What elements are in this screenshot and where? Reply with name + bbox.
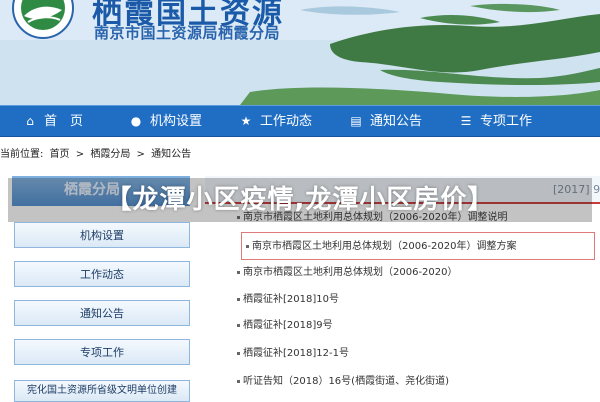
bullet-icon xyxy=(237,323,240,327)
breadcrumb-item-current: 通知公告 xyxy=(151,149,192,160)
nav-item-label: 专项工作 xyxy=(480,114,533,129)
nav-item-work-news[interactable]: ★ 工作动态 xyxy=(238,106,312,136)
header-banner: 栖霞国土资源 南京市国土资源局栖霞分局 xyxy=(0,0,600,105)
nav-item-label: 机构设置 xyxy=(150,114,203,129)
notice-item[interactable]: 南京市栖霞区土地利用总体规划（2006-2020） xyxy=(237,263,458,283)
notice-item-label: 听证告知（2018）16号(栖霞街道、尧化街道) xyxy=(243,376,449,387)
article-title-overlay: 【龙潭小区疫情,龙潭小区房价】 xyxy=(105,185,495,215)
nav-item-label: 工作动态 xyxy=(260,114,313,129)
nav-item-label: 通知公告 xyxy=(370,114,423,129)
notice-list: 南京市栖霞区土地利用总体规划（2006-2020年）调整说明 南京市栖霞区土地利… xyxy=(205,204,600,400)
site-subtitle: 南京市国土资源局栖霞分局 xyxy=(94,24,281,42)
breadcrumb-item-home[interactable]: 首页 xyxy=(50,149,70,160)
breadcrumb-item-branch[interactable]: 栖霞分局 xyxy=(90,149,130,160)
main-nav-bar: ⌂ 首 页 ● 机构设置 ★ 工作动态 ▤ 通知公告 ☰ 专项工作 xyxy=(0,105,600,137)
document-icon: ▤ xyxy=(350,114,362,128)
notice-item[interactable]: 听证告知（2018）16号(栖霞街道、尧化街道) xyxy=(237,372,449,392)
breadcrumb-separator: > xyxy=(75,149,85,160)
nav-item-home[interactable]: ⌂ 首 页 xyxy=(22,106,83,136)
notice-item-label: 栖霞征补[2018]10号 xyxy=(243,294,339,305)
sidebar-item-notices[interactable]: 通知公告 xyxy=(14,300,190,326)
bureau-logo xyxy=(12,0,74,39)
notice-item-label: 南京市栖霞区土地利用总体规划（2006-2020） xyxy=(243,267,458,278)
sidebar-item-special-work[interactable]: 专项工作 xyxy=(14,339,190,365)
breadcrumb: 当前位置: 首页 > 栖霞分局 > 通知公告 xyxy=(0,145,600,165)
nav-item-organization[interactable]: ● 机构设置 xyxy=(128,106,202,136)
list-icon: ☰ xyxy=(460,114,472,128)
notice-item-label: 南京市栖霞区土地利用总体规划（2006-2020年）调整方案 xyxy=(252,241,517,252)
bullet-icon xyxy=(237,270,240,274)
breadcrumb-separator: > xyxy=(136,149,145,160)
nav-item-notices[interactable]: ▤ 通知公告 xyxy=(348,106,422,136)
user-icon: ● xyxy=(130,114,142,128)
notice-item-label: 栖霞征补[2018]9号 xyxy=(243,320,333,331)
lake-landscape-image xyxy=(0,0,600,105)
bullet-icon xyxy=(237,351,240,355)
bullet-icon xyxy=(237,297,240,301)
nav-item-special-work[interactable]: ☰ 专项工作 xyxy=(458,106,532,136)
sidebar-item-organization[interactable]: 机构设置 xyxy=(14,222,190,248)
notice-item[interactable]: 栖霞征补[2018]9号 xyxy=(237,316,333,336)
nav-item-label: 首 页 xyxy=(44,114,84,129)
breadcrumb-prefix: 当前位置: xyxy=(0,149,44,160)
bullet-icon xyxy=(246,244,249,248)
home-icon: ⌂ xyxy=(26,114,34,128)
bullet-icon xyxy=(237,379,240,383)
notice-item[interactable]: 栖霞征补[2018]12-1号 xyxy=(237,344,349,364)
notice-item[interactable]: 栖霞征补[2018]10号 xyxy=(237,290,339,310)
sidebar-item-civilization[interactable]: 宪化国土资源所省级文明单位创建 xyxy=(14,380,190,402)
star-icon: ★ xyxy=(240,114,252,128)
notice-item-label: 栖霞征补[2018]12-1号 xyxy=(243,348,349,359)
notice-item-selected[interactable]: 南京市栖霞区土地利用总体规划（2006-2020年）调整方案 xyxy=(241,232,595,260)
sidebar-item-work-news[interactable]: 工作动态 xyxy=(14,261,190,287)
